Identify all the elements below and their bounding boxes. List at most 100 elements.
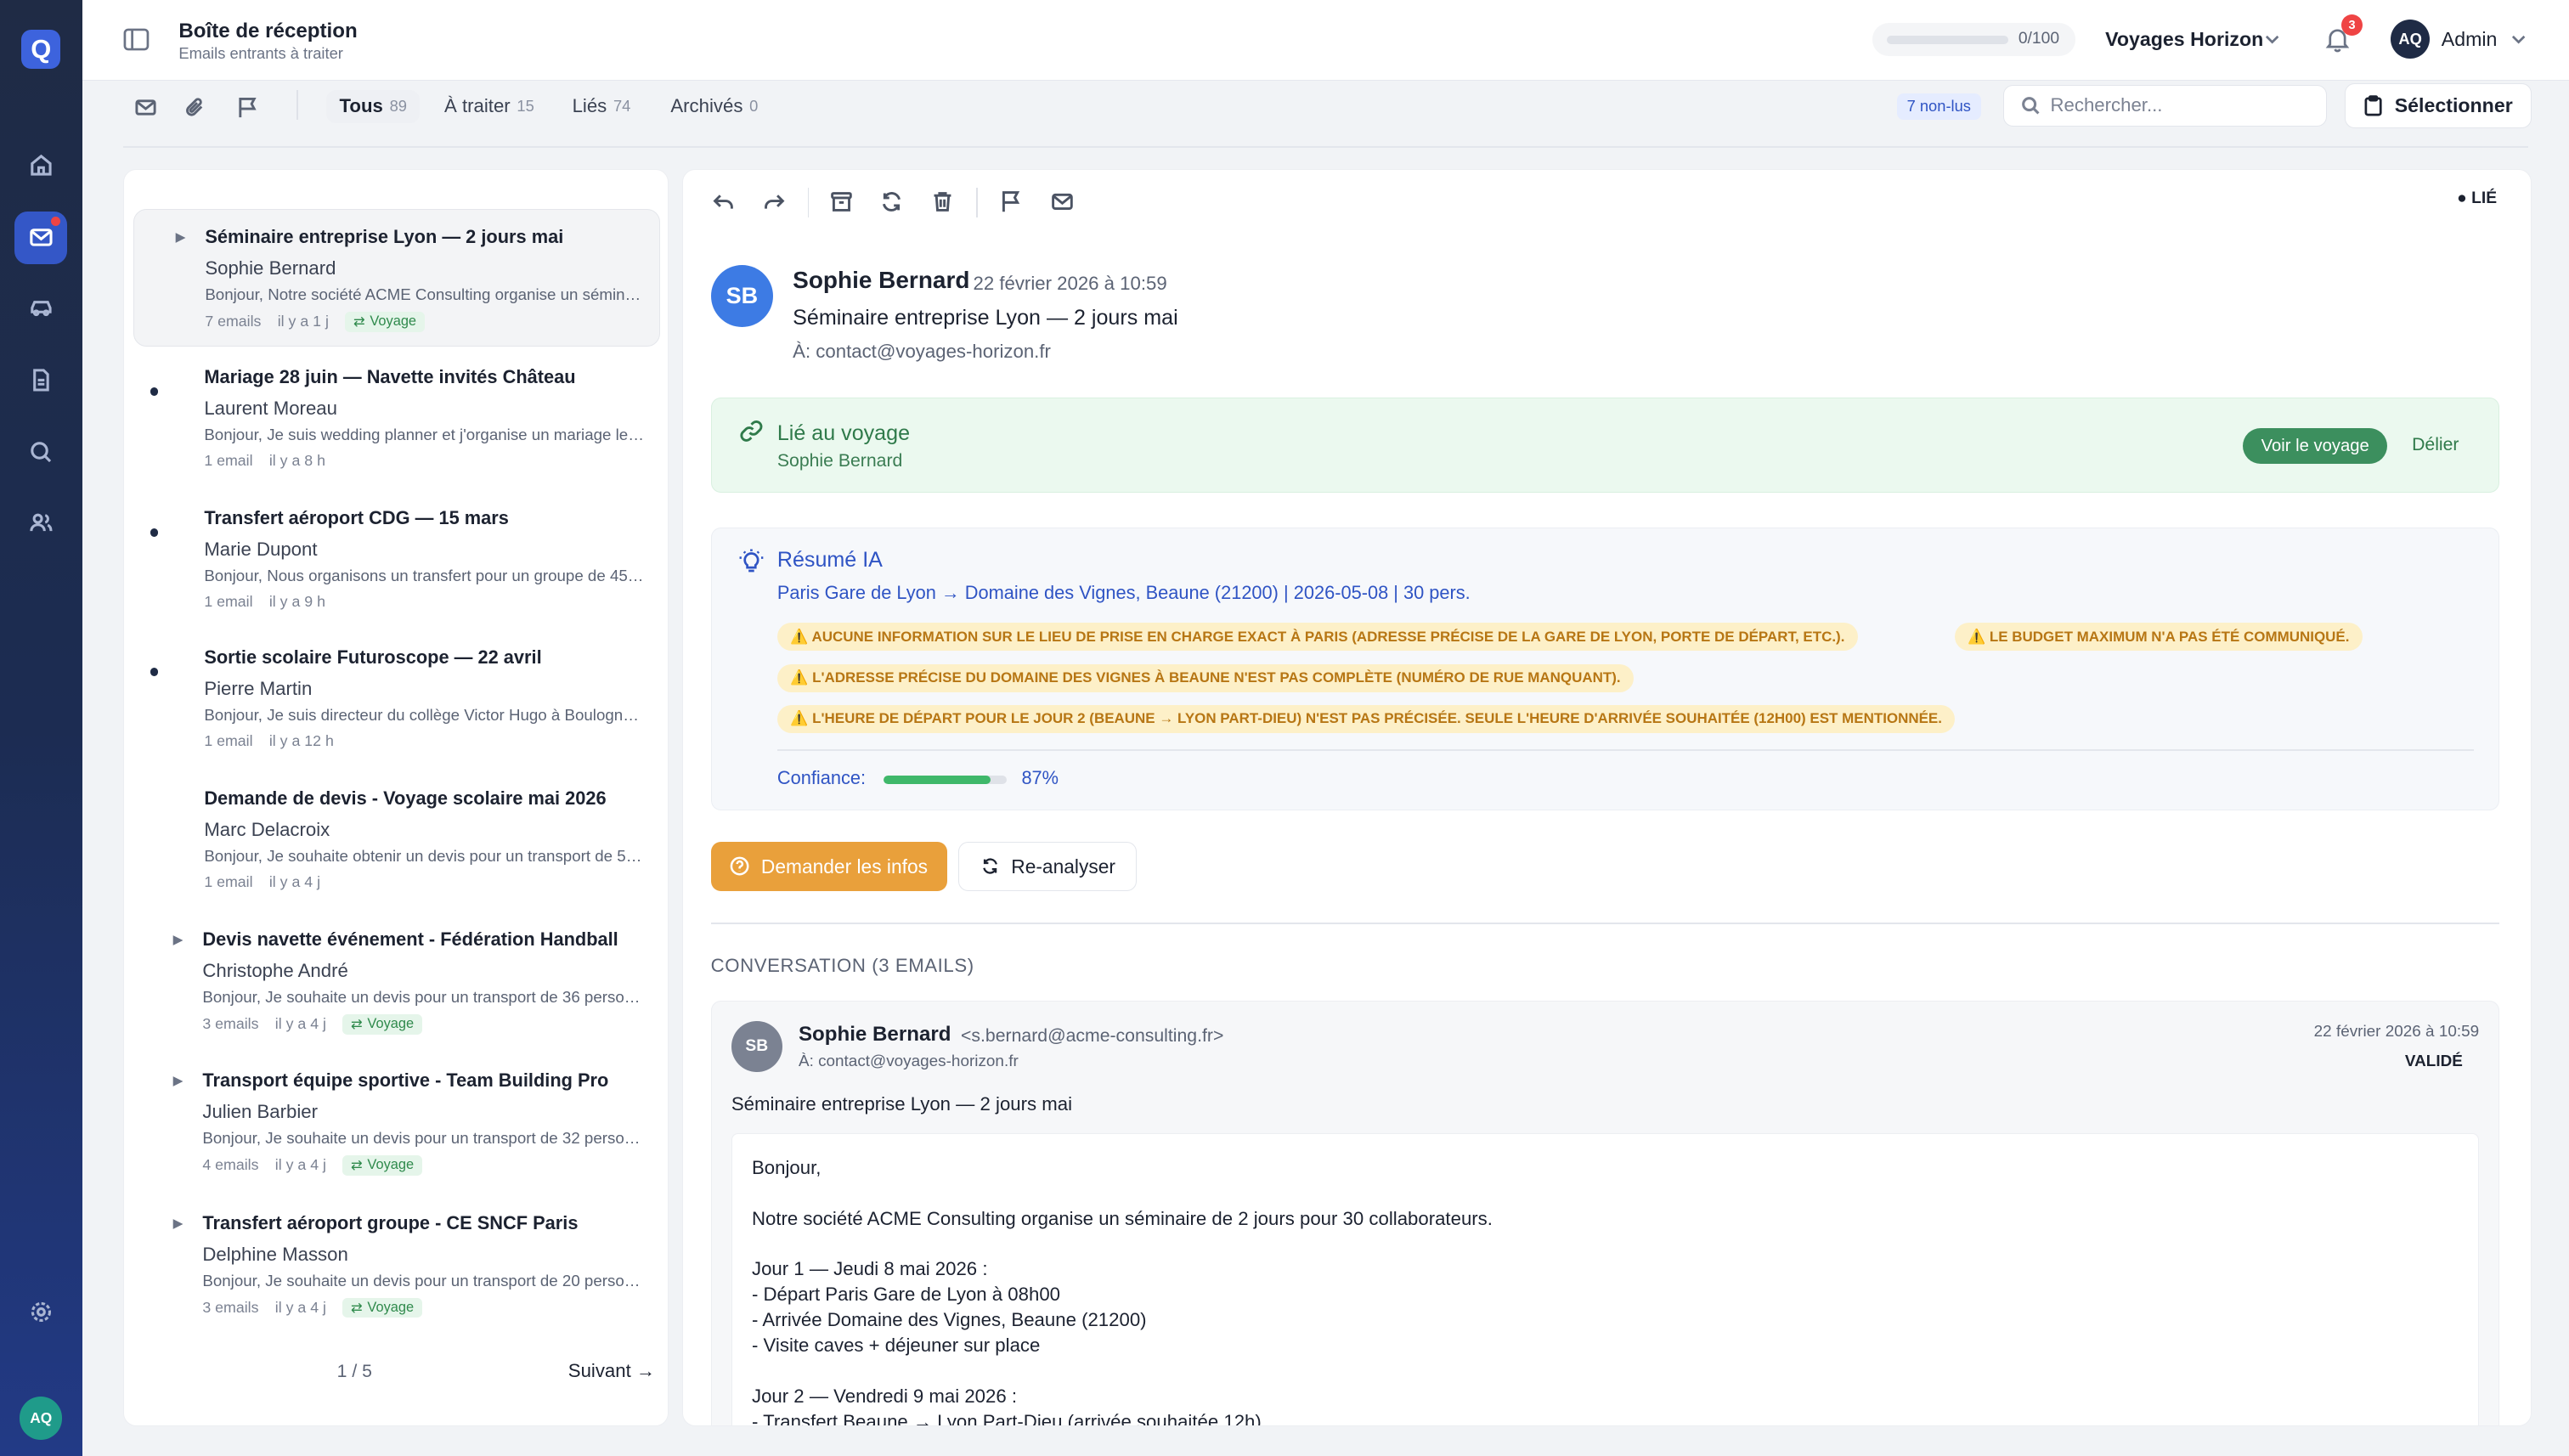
archive-icon[interactable] [829,189,855,216]
view-trip-button[interactable]: Voir le voyage [2243,427,2388,465]
body-line: - Visite caves + déjeuner sur place [751,1335,1041,1357]
divider [710,922,2500,924]
email-preview: Bonjour, Nous organisons un transfert po… [204,566,646,584]
tab-linked[interactable]: Liés 74 [559,90,644,123]
attachment-icon[interactable] [184,95,206,118]
status-badge: ● LIÉ [2457,189,2498,207]
tab-count: 74 [613,97,631,116]
sender-name: Sophie Bernard [793,266,970,293]
unlink-button[interactable]: Délier [2412,435,2459,455]
email-time: il y a 12 h [268,731,334,749]
linked-title: Lié au voyage [776,421,911,446]
flag-icon[interactable] [236,95,259,118]
sidebar-item-users[interactable] [14,497,67,550]
expand-arrow-icon[interactable]: ▶ [173,1073,184,1089]
unread-badge[interactable]: 7 non-lus [1897,93,1981,120]
company-switcher[interactable]: Voyages Horizon [2105,28,2263,51]
body-line: Jour 1 — Jeudi 8 mai 2026 : [751,1258,988,1280]
sidebar-item-search[interactable] [14,426,67,479]
email-recipient: À: contact@voyages-horizon.fr [793,340,1051,362]
lightbulb-icon [739,549,763,573]
unread-dot [50,216,61,227]
email-subject: Sortie scolaire Futuroscope — 22 avril [204,646,542,669]
search-box[interactable] [2003,85,2327,127]
conversation-message[interactable]: SB Sophie Bernard <s.bernard@acme-consul… [710,1001,2500,1426]
confidence-bar [884,775,1008,784]
quota-meter: 0/100 [1872,23,2076,56]
next-page-button[interactable]: Suivant → [568,1360,655,1382]
avatar: SB [731,1021,782,1073]
sidebar-item-home[interactable] [14,139,67,192]
body-line [752,1232,2459,1257]
email-from: Julien Barbier [202,1101,319,1123]
tab-archived[interactable]: Archivés 0 [658,90,771,123]
reanalyze-button[interactable]: Re-analyser [958,842,1138,891]
request-info-button[interactable]: Demander les infos [710,842,947,891]
search-input[interactable] [2050,91,2313,121]
email-from: Christophe André [202,960,348,982]
list-item[interactable]: ▶ Devis navette événement - Fédération H… [133,912,660,1050]
unread-dot [150,668,159,677]
avatar[interactable]: AQ [2390,20,2431,59]
tag-label: Voyage [367,1300,415,1316]
list-item[interactable]: Mariage 28 juin — Navette invités Châtea… [133,350,660,488]
email-from: Marie Dupont [204,539,318,561]
email-from: Laurent Moreau [204,398,337,420]
unread-dot [150,528,159,538]
warning-chip: ⚠️ LE BUDGET MAXIMUM N'A PAS ÉTÉ COMMUNI… [1954,623,2363,652]
filter-mail-icon[interactable] [134,95,157,118]
message-sender-email: <s.bernard@acme-consulting.fr> [961,1026,1224,1047]
quota-text: 0/100 [2018,29,2060,48]
tab-label: Tous [339,95,383,117]
trash-icon[interactable] [930,189,957,216]
list-item[interactable]: ▶ Transfert aéroport groupe - CE SNCF Pa… [133,1196,660,1334]
link-icon: ⇄ [350,1300,363,1316]
user-name[interactable]: Admin [2442,28,2498,51]
email-list: ▶ Séminaire entreprise Lyon — 2 jours ma… [122,168,669,1427]
refresh-icon[interactable] [879,189,906,216]
email-meta: 1 email il y a 4 j [204,873,320,891]
mail-icon [30,229,53,247]
tag-label: Voyage [370,313,417,330]
chevron-down-icon[interactable] [2264,33,2280,46]
expand-arrow-icon[interactable]: ▶ [176,229,186,245]
list-item[interactable]: Sortie scolaire Futuroscope — 22 avril P… [133,630,660,768]
sidebar-item-trips[interactable] [14,282,67,335]
email-preview: Bonjour, Je souhaite un devis pour un tr… [202,1128,646,1147]
mark-unread-icon[interactable] [1050,189,1076,216]
search-icon [31,442,51,463]
reply-icon[interactable] [711,189,737,216]
list-item[interactable]: Transfert aéroport CDG — 15 mars Marie D… [133,491,660,629]
tab-label: Liés [572,95,607,117]
sidebar-user-avatar[interactable]: AQ [20,1397,63,1440]
tab-count: 89 [389,97,407,116]
flag-icon[interactable] [999,189,1025,216]
sidebar-item-documents[interactable] [14,354,67,407]
list-item[interactable]: ▶ Transport équipe sportive - Team Build… [133,1053,660,1191]
email-preview: Bonjour, Je souhaite obtenir un devis po… [204,846,647,865]
clipboard-icon [2364,95,2382,116]
expand-arrow-icon[interactable]: ▶ [173,1216,184,1232]
tab-count: 15 [517,97,534,116]
warning-chip: ⚠️ L'HEURE DE DÉPART POUR LE JOUR 2 (BEA… [776,704,1956,733]
body-line: - Arrivée Domaine des Vignes, Beaune (21… [751,1309,1147,1331]
email-time: il y a 4 j [274,1156,326,1174]
list-item[interactable]: ▶ Séminaire entreprise Lyon — 2 jours ma… [133,209,660,347]
sidebar: Q AQ [0,0,82,1456]
email-time: il y a 4 j [268,872,321,890]
list-item[interactable]: Demande de devis - Voyage scolaire mai 2… [133,771,660,909]
tab-all[interactable]: Tous 89 [326,90,421,123]
app-logo[interactable]: Q [21,29,61,70]
divider [296,90,299,120]
sidebar-item-settings[interactable] [14,1285,67,1338]
expand-arrow-icon[interactable]: ▶ [173,932,184,948]
tab-to-process[interactable]: À traiter 15 [432,90,548,123]
voyage-tag: ⇄ Voyage [345,311,425,332]
page-title: Boîte de réception [178,20,358,43]
chevron-down-icon[interactable] [2510,33,2527,46]
select-button[interactable]: Sélectionner [2344,83,2532,128]
filter-bar: Tous 89 À traiter 15 Liés 74 Archivés 0 7 no… [82,81,2569,146]
sidebar-toggle-icon[interactable] [123,28,150,51]
sidebar-item-inbox[interactable] [14,211,68,264]
forward-icon[interactable] [762,189,788,216]
